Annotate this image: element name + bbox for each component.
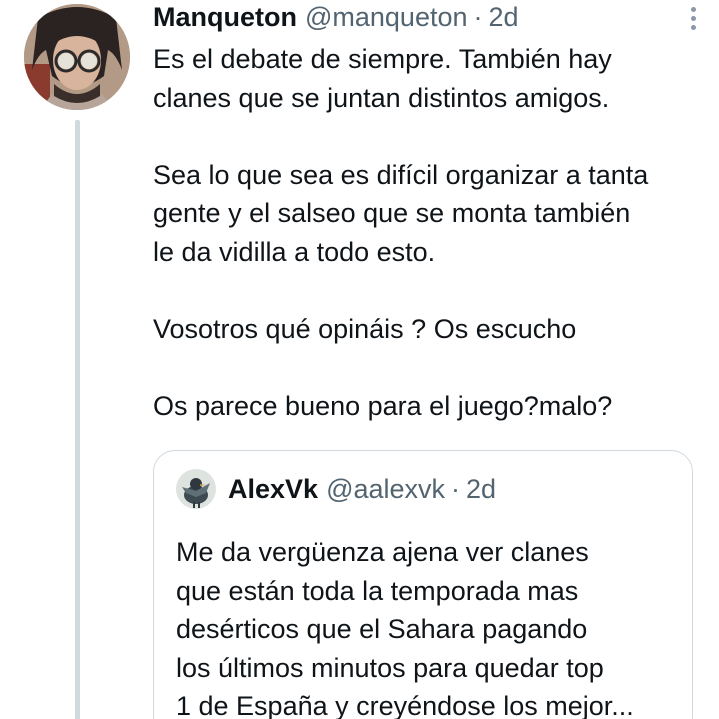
user-avatar[interactable] (24, 4, 130, 110)
tweet-header: Manqueton @manqueton · 2d (153, 0, 703, 38)
more-options-icon[interactable] (681, 0, 705, 36)
text-line: gente y el salseo que se monta también (153, 198, 631, 228)
text-line: Vosotros qué opináis ? Os escucho (153, 313, 577, 344)
quoted-author-avatar[interactable] (176, 469, 216, 509)
author-name[interactable]: Manqueton (153, 2, 297, 33)
tweet-paragraph: Sea lo que sea es difícil organizar a ta… (153, 156, 703, 272)
tweet-text: Es el debate de siempre. También hay cla… (153, 40, 703, 425)
quoted-text-line: desérticos que el Sahara pagando (176, 614, 588, 644)
text-line: Os parece bueno para el juego?malo? (153, 390, 613, 421)
thread-line (75, 120, 80, 719)
quoted-tweet-header: AlexVk @aalexvk · 2d (176, 467, 672, 511)
quoted-tweet-text: Me da vergüenza ajena ver clanes que est… (176, 533, 672, 719)
quoted-author-handle[interactable]: @aalexvk (326, 474, 445, 505)
text-line: le da vidilla a todo esto. (153, 236, 436, 267)
separator-dot: · (473, 2, 483, 32)
quoted-tweet-time[interactable]: 2d (466, 474, 496, 505)
quoted-text-line: que están toda la temporada mas (176, 575, 579, 606)
quoted-separator-dot: · (451, 473, 461, 504)
bird-avatar-image (176, 469, 216, 509)
tweet-paragraph: Es el debate de siempre. También hay cla… (153, 40, 703, 117)
text-line: clanes que se juntan distintos amigos. (153, 82, 610, 113)
text-line: Es el debate de siempre. También hay (153, 44, 612, 74)
tweet-time[interactable]: 2d (489, 2, 519, 33)
avatar-image (24, 4, 130, 110)
quoted-text-line: los últimos minutos para quedar top (176, 652, 604, 683)
tweet-paragraph: Vosotros qué opináis ? Os escucho (153, 310, 703, 349)
quoted-author-name[interactable]: AlexVk (228, 474, 318, 505)
tweet-paragraph: Os parece bueno para el juego?malo? (153, 387, 703, 426)
quoted-tweet-card[interactable]: AlexVk @aalexvk · 2d Me da vergüenza aje… (153, 450, 693, 719)
author-handle[interactable]: @manqueton (305, 2, 468, 33)
text-line: Sea lo que sea es difícil organizar a ta… (153, 159, 649, 190)
tweet-content: Manqueton @manqueton · 2d Es el debate d… (153, 0, 705, 719)
tweet[interactable]: Manqueton @manqueton · 2d Es el debate d… (0, 0, 719, 719)
quoted-text-line: Me da vergüenza ajena ver clanes (176, 537, 589, 567)
avatar-column (24, 4, 132, 110)
quoted-text-line: 1 de España y creyéndose los mejor... (176, 691, 634, 719)
